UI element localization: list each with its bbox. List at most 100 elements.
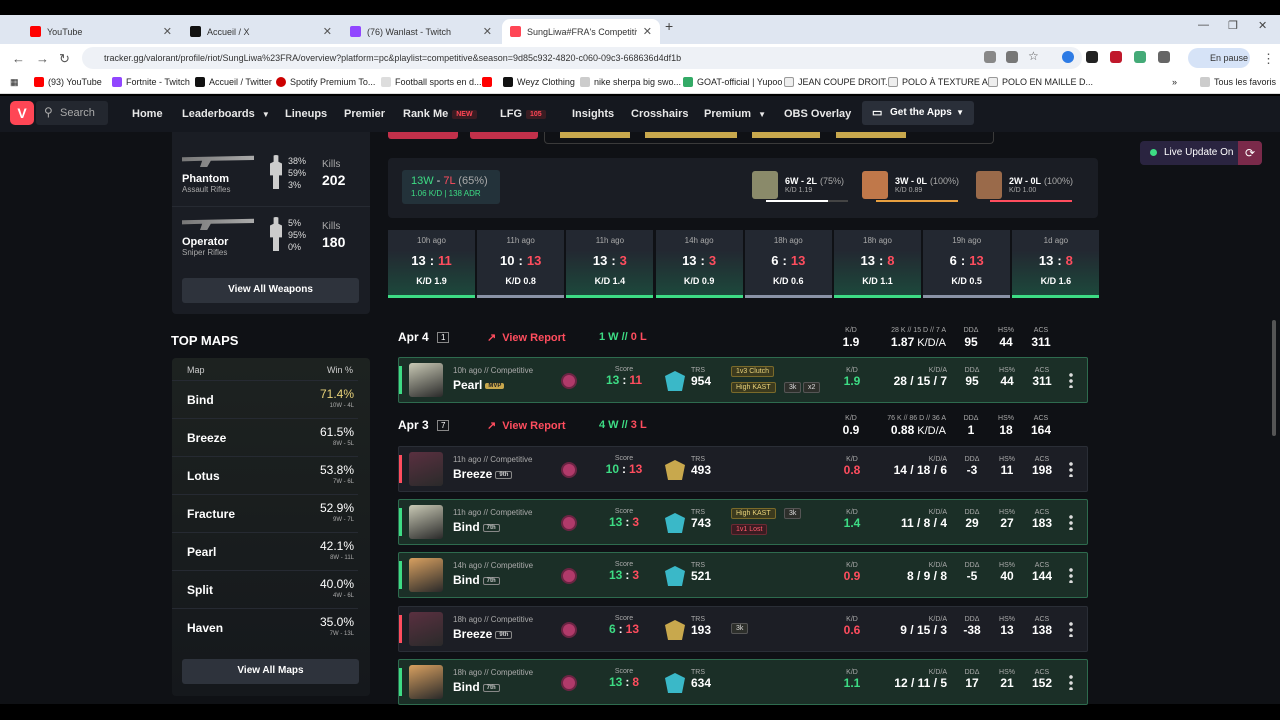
view-report-link[interactable]: ↗ View Report xyxy=(487,331,566,344)
nav-crosshairs[interactable]: Crosshairs xyxy=(631,108,688,120)
browser-tab[interactable]: Accueil / X ✕ xyxy=(182,19,340,44)
ublock-icon[interactable] xyxy=(1110,51,1122,63)
match-row[interactable]: 11h ago // Competitive Bind 7th Score 13:3 TR… xyxy=(398,499,1088,545)
bookmark-item[interactable]: JEAN COUPE DROIT... xyxy=(784,77,893,87)
bookmark-item[interactable]: Spotify Premium To... xyxy=(276,77,375,87)
close-icon[interactable]: ✕ xyxy=(483,25,492,38)
more-options-icon[interactable] xyxy=(1069,514,1073,530)
bookmark-item[interactable] xyxy=(482,77,492,87)
more-options-icon[interactable] xyxy=(1069,621,1073,637)
recent-match-card[interactable]: 18h ago 13:8 K/D 1.1 xyxy=(834,230,921,298)
new-tab-icon[interactable]: + xyxy=(665,18,673,34)
window-close-icon[interactable]: ✕ xyxy=(1258,19,1267,32)
filter-button[interactable] xyxy=(388,132,458,139)
nav-home[interactable]: Home xyxy=(132,108,163,120)
star-icon[interactable]: ☆ xyxy=(1028,49,1040,63)
more-options-icon[interactable] xyxy=(1069,674,1073,690)
nav-leaderboards[interactable]: Leaderboards ▼ xyxy=(182,108,270,120)
bookmark-item[interactable]: nike sherpa big swo... xyxy=(580,77,681,87)
nav-lineups[interactable]: Lineups xyxy=(285,108,327,120)
map-row[interactable]: Pearl 42.1% 8W - 11L xyxy=(172,532,358,570)
get-apps-button[interactable]: ▭ Get the Apps ▼ xyxy=(862,101,974,125)
trs-value: 493 xyxy=(691,463,712,477)
bookmark-item[interactable]: POLO À TEXTURE A... xyxy=(888,77,995,87)
extension-icon[interactable] xyxy=(1134,51,1146,63)
search-input[interactable]: ⚲ Search xyxy=(36,101,108,125)
view-all-maps-button[interactable]: View All Maps xyxy=(182,659,359,684)
match-row[interactable]: 18h ago // Competitive Breeze 9th Score 6:13… xyxy=(398,606,1088,652)
match-row[interactable]: 10h ago // Competitive Pearl MVP Score 13:11… xyxy=(398,357,1088,403)
view-all-weapons-button[interactable]: View All Weapons xyxy=(182,278,359,303)
recent-match-card[interactable]: 1d ago 13:8 K/D 1.6 xyxy=(1012,230,1100,298)
day-wins: 1 W xyxy=(599,331,619,343)
map-record: 8W - 11L xyxy=(330,555,354,561)
map-row[interactable]: Breeze 61.5% 8W - 5L xyxy=(172,418,358,456)
map-row[interactable]: Haven 35.0% 7W - 13L xyxy=(172,608,358,646)
more-options-icon[interactable] xyxy=(1069,372,1073,388)
extension-icon[interactable] xyxy=(1062,51,1074,63)
trs-label: TRS xyxy=(691,509,705,516)
recent-match-card[interactable]: 11h ago 10:13 K/D 0.8 xyxy=(477,230,565,298)
map-row[interactable]: Lotus 53.8% 7W - 6L xyxy=(172,456,358,494)
browser-tab-active[interactable]: SungLiwa#FRA's Competitive M ✕ xyxy=(502,19,660,44)
nav-premium[interactable]: Premium ▼ xyxy=(704,108,766,120)
extensions-puzzle-icon[interactable] xyxy=(1158,51,1170,63)
reload-icon[interactable]: ↻ xyxy=(59,51,70,67)
translate-icon[interactable] xyxy=(984,51,996,63)
match-score: Score 13:11 xyxy=(604,358,644,387)
live-update-toggle[interactable]: Live Update On ⟳ xyxy=(1140,141,1262,165)
recent-match-card[interactable]: 11h ago 13:3 K/D 1.4 xyxy=(566,230,654,298)
recent-match-card[interactable]: 19h ago 6:13 K/D 0.5 xyxy=(923,230,1011,298)
map-row[interactable]: Fracture 52.9% 9W - 7L xyxy=(172,494,358,532)
browser-tab[interactable]: YouTube ✕ xyxy=(22,19,180,44)
filter-button[interactable] xyxy=(470,132,538,139)
recent-match-card[interactable]: 18h ago 6:13 K/D 0.6 xyxy=(744,230,832,298)
stat-value: 40 xyxy=(1000,569,1014,583)
bookmark-item[interactable]: (93) YouTube xyxy=(34,77,102,87)
day-kd-label: K/D xyxy=(845,327,857,334)
nav-premier[interactable]: Premier xyxy=(344,108,385,120)
menu-icon[interactable]: ⋮ xyxy=(1262,51,1275,67)
refresh-icon[interactable]: ⟳ xyxy=(1238,141,1262,165)
bookmark-item[interactable]: Accueil / Twitter xyxy=(195,77,272,87)
map-row[interactable]: Split 40.0% 4W - 6L xyxy=(172,570,358,608)
browser-tab[interactable]: (76) Wanlast - Twitch ✕ xyxy=(342,19,500,44)
match-row[interactable]: 14h ago // Competitive Bind 7th Score 13:3 TR… xyxy=(398,552,1088,598)
forward-icon[interactable]: → xyxy=(36,51,49,66)
all-bookmarks[interactable]: Tous les favoris xyxy=(1200,77,1276,87)
recent-match-card[interactable]: 10h ago 13:11 K/D 1.9 xyxy=(388,230,475,298)
address-bar[interactable]: tracker.gg/valorant/profile/riot/SungLiw… xyxy=(82,47,1082,69)
maximize-icon[interactable]: ❐ xyxy=(1228,19,1238,32)
map-row[interactable]: Bind 71.4% 10W - 4L xyxy=(172,380,358,418)
match-row[interactable]: 11h ago // Competitive Breeze 9th Score 10:1… xyxy=(398,446,1088,492)
extension-icon[interactable] xyxy=(1086,51,1098,63)
nav-lfg[interactable]: LFG 105 xyxy=(500,108,546,120)
more-options-icon[interactable] xyxy=(1069,461,1073,477)
close-icon[interactable]: ✕ xyxy=(643,25,652,38)
minimize-icon[interactable]: — xyxy=(1198,19,1209,31)
bookmark-item[interactable]: POLO EN MAILLE D... xyxy=(988,77,1093,87)
nav-rank-me[interactable]: Rank Me NEW xyxy=(403,108,477,120)
result-strip xyxy=(399,615,402,643)
scrollbar[interactable] xyxy=(1272,320,1276,436)
bookmark-item[interactable]: Weyz Clothing xyxy=(503,77,575,87)
match-score: Score 13:3 xyxy=(604,500,644,529)
apps-icon[interactable]: ▦ xyxy=(10,77,19,88)
close-icon[interactable]: ✕ xyxy=(163,25,172,38)
bookmark-item[interactable]: Football sports en d... xyxy=(381,77,482,87)
view-report-link[interactable]: ↗ View Report xyxy=(487,419,566,432)
tracker-logo[interactable]: V xyxy=(10,101,34,125)
recent-match-card[interactable]: 14h ago 13:3 K/D 0.9 xyxy=(655,230,743,298)
nav-insights[interactable]: Insights xyxy=(572,108,614,120)
more-options-icon[interactable] xyxy=(1069,567,1073,583)
back-icon[interactable]: ← xyxy=(12,51,25,66)
bookmark-item[interactable]: GOAT-official | Yupoo xyxy=(683,77,782,87)
result-strip xyxy=(399,455,402,483)
close-icon[interactable]: ✕ xyxy=(323,25,332,38)
match-row[interactable]: 18h ago // Competitive Bind 7th Score 13:8 TR… xyxy=(398,659,1088,705)
bookmark-item[interactable]: Fortnite - Twitch xyxy=(112,77,190,87)
install-icon[interactable] xyxy=(1006,51,1018,63)
nav-obs-overlay[interactable]: OBS Overlay xyxy=(784,108,851,120)
profile-button[interactable]: En pause xyxy=(1188,48,1250,68)
more-bookmarks-icon[interactable]: » xyxy=(1172,77,1177,87)
